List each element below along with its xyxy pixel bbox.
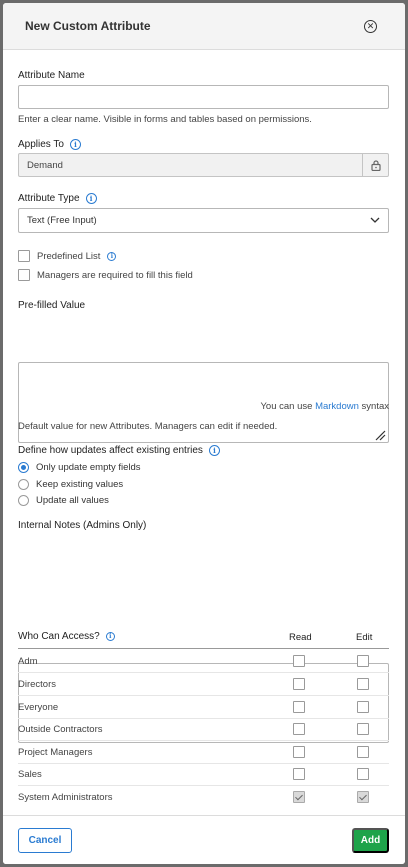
edit-checkbox[interactable]: [357, 655, 369, 667]
info-icon[interactable]: i: [85, 193, 97, 204]
read-checkbox[interactable]: [293, 678, 305, 690]
access-label: Who Can Access? i: [18, 631, 115, 642]
edit-checkbox[interactable]: [357, 768, 369, 780]
attribute-type-label-text: Attribute Type: [18, 193, 80, 204]
resize-handle-icon[interactable]: [374, 428, 386, 441]
updates-label: Define how updates affect existing entri…: [18, 445, 220, 456]
edit-checkbox[interactable]: [357, 701, 369, 713]
access-row: Project Managers: [18, 742, 389, 764]
modal-footer: Cancel Add: [3, 815, 405, 864]
lock-icon: [362, 154, 388, 176]
prefilled-value-label-text: Pre-filled Value: [18, 300, 86, 311]
access-row: Adm: [18, 651, 389, 673]
applies-to-label: Applies To i: [18, 139, 81, 150]
attribute-type-select[interactable]: Text (Free Input): [18, 208, 389, 233]
markdown-link[interactable]: Markdown: [315, 401, 359, 412]
predefined-list-label: Predefined List: [37, 250, 101, 262]
edit-checkbox[interactable]: [357, 746, 369, 758]
access-row-name: Adm: [18, 656, 38, 667]
managers-required-option: Managers are required to fill this field: [18, 269, 193, 281]
modal-header: New Custom Attribute ✕: [3, 3, 405, 50]
access-table-header: Who Can Access? i Read Edit: [18, 628, 389, 649]
access-row-name: Project Managers: [18, 747, 93, 758]
radio-selected[interactable]: [18, 462, 29, 473]
close-icon[interactable]: ✕: [364, 19, 377, 33]
info-icon[interactable]: i: [107, 251, 117, 261]
radio-unselected[interactable]: [18, 479, 29, 490]
attribute-name-hint: Enter a clear name. Visible in forms and…: [18, 114, 312, 125]
info-icon[interactable]: i: [105, 632, 115, 641]
read-checkbox[interactable]: [293, 655, 305, 667]
access-label-text: Who Can Access?: [18, 631, 100, 642]
chevron-down-icon: [370, 215, 380, 226]
prefilled-value-label: Pre-filled Value: [18, 300, 85, 311]
applies-to-value: Demand: [27, 159, 63, 171]
markdown-prefix: You can use: [260, 401, 313, 412]
read-checkbox[interactable]: [293, 723, 305, 735]
edit-column-header: Edit: [356, 632, 373, 643]
read-checkbox[interactable]: [293, 701, 305, 713]
read-checkbox[interactable]: [293, 768, 305, 780]
access-row: Everyone: [18, 697, 389, 719]
update-option-keep[interactable]: Keep existing values: [18, 479, 123, 490]
access-row-name: System Administrators: [18, 792, 113, 803]
update-option-label: Update all values: [36, 495, 109, 506]
access-row-name: Everyone: [18, 702, 59, 713]
markdown-suffix: syntax: [361, 401, 389, 412]
managers-required-label: Managers are required to fill this field: [37, 269, 193, 281]
update-option-label: Keep existing values: [36, 479, 124, 490]
edit-checkbox[interactable]: [357, 791, 369, 803]
edit-checkbox[interactable]: [357, 723, 369, 735]
cancel-button[interactable]: Cancel: [18, 828, 72, 853]
info-icon[interactable]: i: [69, 139, 81, 150]
predefined-list-option: Predefined List i: [18, 250, 117, 262]
managers-required-checkbox[interactable]: [18, 269, 30, 281]
update-option-label: Only update empty fields: [36, 462, 141, 473]
updates-label-text: Define how updates affect existing entri…: [18, 445, 203, 456]
markdown-hint: You can use Markdown syntax: [260, 401, 389, 412]
access-row-name: Directors: [18, 679, 57, 690]
add-button[interactable]: Add: [352, 828, 389, 853]
applies-to-label-text: Applies To: [18, 139, 64, 150]
attribute-name-label: Attribute Name: [18, 70, 85, 81]
new-custom-attribute-modal: New Custom Attribute ✕ Attribute Name En…: [3, 3, 405, 864]
access-row-name: Sales: [18, 769, 42, 780]
applies-to-field: Demand: [18, 153, 389, 177]
internal-notes-label-text: Internal Notes (Admins Only): [18, 520, 147, 531]
read-column-header: Read: [289, 632, 312, 643]
read-checkbox[interactable]: [293, 791, 305, 803]
radio-unselected[interactable]: [18, 495, 29, 506]
update-option-all[interactable]: Update all values: [18, 495, 109, 506]
access-row-name: Outside Contractors: [18, 724, 103, 735]
internal-notes-label: Internal Notes (Admins Only): [18, 520, 146, 531]
modal-title: New Custom Attribute: [25, 19, 151, 33]
predefined-list-checkbox[interactable]: [18, 250, 30, 262]
attribute-type-label: Attribute Type i: [18, 193, 97, 204]
access-row: Outside Contractors: [18, 719, 389, 741]
access-row: Directors: [18, 674, 389, 696]
access-row: Sales: [18, 764, 389, 786]
edit-checkbox[interactable]: [357, 678, 369, 690]
info-icon[interactable]: i: [208, 445, 220, 456]
prefilled-value-hint: Default value for new Attributes. Manage…: [18, 421, 278, 432]
update-option-empty[interactable]: Only update empty fields: [18, 462, 141, 473]
access-row: System Administrators: [18, 787, 389, 809]
attribute-name-label-text: Attribute Name: [18, 70, 85, 81]
attribute-name-input[interactable]: [18, 85, 389, 109]
read-checkbox[interactable]: [293, 746, 305, 758]
attribute-type-selected: Text (Free Input): [27, 215, 97, 226]
